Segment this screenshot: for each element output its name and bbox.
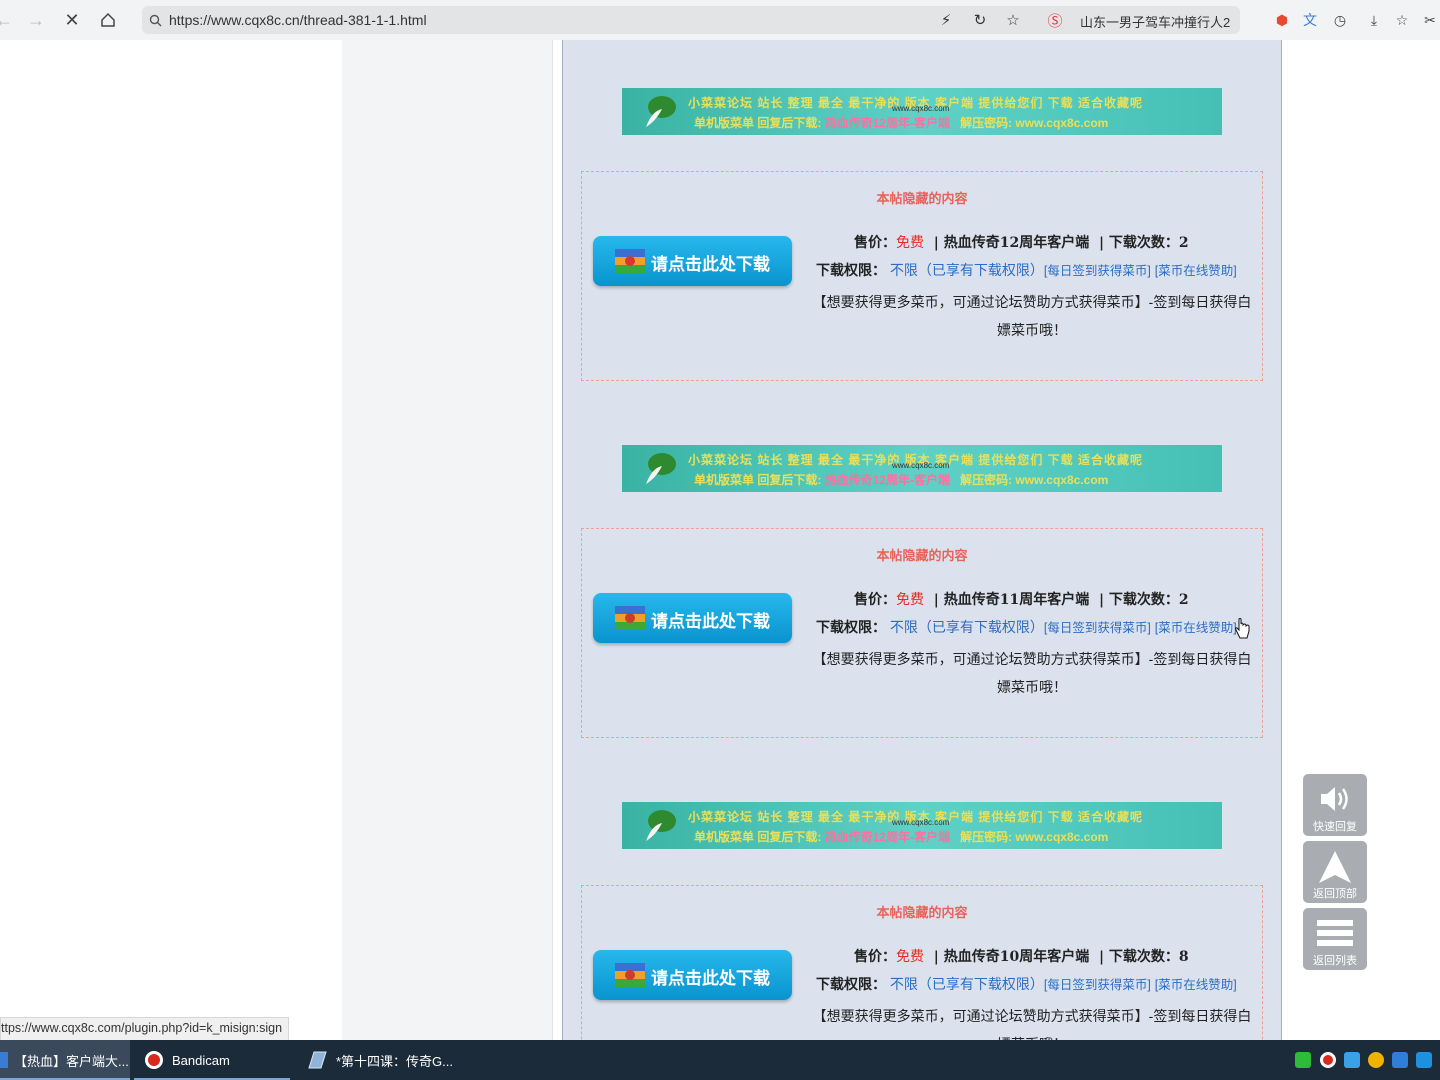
download-button[interactable]: 请点击此处下载: [593, 236, 792, 286]
taskbar: 【热血】客户端大... Bandicam *第十四课：传奇G...: [0, 1040, 1440, 1080]
forum-banner: 小菜菜论坛 站长 整理 最全 最干净的 版本 客户端 提供给您们 下载 适合收藏…: [622, 88, 1222, 135]
note-text: 【想要获得更多菜币，可通过论坛赞助方式获得菜币】-签到每日获得白嫖菜币哦！: [812, 1008, 1252, 1040]
permission-row: 下载权限： 不限（已享有下载权限）[每日签到获得菜币] [菜币在线赞助]: [816, 262, 1237, 279]
note-text: 【想要获得更多菜币，可通过论坛赞助方式获得菜币】-签到每日获得白嫖菜币哦！: [812, 294, 1252, 338]
forward-icon[interactable]: →: [24, 8, 48, 32]
sponsor-link[interactable]: [菜币在线赞助]: [1155, 264, 1237, 278]
sign-in-link[interactable]: [每日签到获得菜币]: [1044, 264, 1151, 278]
quick-reply-button[interactable]: 快速回复: [1303, 774, 1367, 836]
bandicam-tray-icon[interactable]: [1320, 1052, 1336, 1068]
notepad-icon: [308, 1051, 327, 1069]
cabbage-icon: [646, 810, 676, 841]
download-flag-icon: [615, 249, 645, 273]
input-method-icon[interactable]: [1392, 1052, 1408, 1068]
url-text[interactable]: https://www.cqx8c.cn/thread-381-1-1.html: [169, 12, 427, 28]
banner-line2: 单机版菜单 回复后下载: 热血传奇12周年-客户端 解压密码: www.cqx8…: [694, 116, 1109, 130]
taskbar-item-browser[interactable]: 【热血】客户端大...: [0, 1040, 130, 1080]
news-ticker[interactable]: 山东一男子驾车冲撞行人2: [1080, 12, 1230, 31]
hidden-content-box: 本帖隐藏的内容 请点击此处下载 售价：免费 | 热血传奇10周年客户端 | 下载…: [581, 885, 1263, 1040]
sign-in-link[interactable]: [每日签到获得菜币]: [1044, 978, 1151, 992]
left-sidebar: [342, 40, 553, 1040]
banner-line2: 单机版菜单 回复后下载: 热血传奇12周年-客户端 解压密码: www.cqx8…: [694, 830, 1109, 844]
share-icon[interactable]: ↻: [971, 11, 989, 29]
cloud-icon[interactable]: [1344, 1052, 1360, 1068]
list-icon: [1317, 920, 1353, 946]
hidden-content-title: 本帖隐藏的内容: [876, 906, 968, 921]
back-to-top-button[interactable]: 返回顶部: [1303, 841, 1367, 903]
star-icon[interactable]: ☆: [1004, 11, 1022, 29]
screenshot-icon[interactable]: ✂: [1420, 10, 1440, 30]
status-url: ttps://www.cqx8c.com/plugin.php?id=k_mis…: [0, 1017, 290, 1041]
quick-reply-label: 快速回复: [1313, 821, 1357, 833]
back-to-top-label: 返回顶部: [1313, 888, 1357, 900]
back-to-list-button[interactable]: 返回列表: [1303, 908, 1367, 970]
back-to-list-label: 返回列表: [1313, 955, 1357, 967]
taskbar-item-editor[interactable]: *第十四课：传奇G...: [298, 1040, 462, 1080]
hidden-content-title: 本帖隐藏的内容: [876, 549, 968, 564]
banner-line2: 单机版菜单 回复后下载: 热血传奇12周年-客户端 解压密码: www.cqx8…: [694, 473, 1109, 487]
download-button-label: 请点击此处下载: [651, 255, 770, 274]
sponsor-link[interactable]: [菜币在线赞助]: [1155, 621, 1237, 635]
price-row: 售价：免费 | 热血传奇11周年客户端 | 下载次数：2: [854, 592, 1189, 608]
hand-cursor-icon: [1235, 618, 1250, 639]
banner-watermark: www.cqx8c.com: [892, 818, 950, 827]
hidden-content-title: 本帖隐藏的内容: [876, 192, 968, 207]
download-flag-icon: [615, 606, 645, 630]
cabbage-icon: [646, 453, 676, 484]
search-engine-icon[interactable]: Ⓢ: [1046, 11, 1064, 30]
download-flag-icon: [615, 963, 645, 987]
translate-icon[interactable]: 文: [1300, 10, 1320, 30]
sign-in-link[interactable]: [每日签到获得菜币]: [1044, 621, 1151, 635]
banner-watermark: www.cqx8c.com: [892, 104, 950, 113]
forum-banner: 小菜菜论坛 站长 整理 最全 最干净的 版本 客户端 提供给您们 下载 适合收藏…: [622, 445, 1222, 492]
search-icon: [146, 11, 164, 29]
note-text: 【想要获得更多菜币，可通过论坛赞助方式获得菜币】-签到每日获得白嫖菜币哦！: [812, 651, 1252, 695]
home-icon[interactable]: [96, 8, 120, 32]
arrow-up-icon: [1319, 851, 1351, 883]
favorites-icon[interactable]: ☆: [1392, 10, 1412, 30]
stop-loading-icon[interactable]: ✕: [60, 8, 84, 32]
hidden-content-box: 本帖隐藏的内容 请点击此处下载 售价：免费 | 热血传奇12周年客户端 | 下载…: [581, 171, 1263, 381]
lightning-icon[interactable]: ⚡: [937, 11, 955, 29]
download-icon[interactable]: ⤓: [1364, 10, 1384, 30]
qq-icon[interactable]: [1368, 1052, 1384, 1068]
download-button[interactable]: 请点击此处下载: [593, 593, 792, 643]
banner-watermark: www.cqx8c.com: [892, 461, 950, 470]
hidden-content-box: 本帖隐藏的内容 请点击此处下载 售价：免费 | 热血传奇11周年客户端 | 下载…: [581, 528, 1263, 738]
price-row: 售价：免费 | 热血传奇12周年客户端 | 下载次数：2: [854, 235, 1189, 251]
app-tray-icon[interactable]: [1416, 1052, 1432, 1068]
taskbar-item-bandicam[interactable]: Bandicam: [134, 1040, 300, 1080]
download-button-label: 请点击此处下载: [651, 612, 770, 631]
address-bar[interactable]: https://www.cqx8c.cn/thread-381-1-1.html…: [142, 6, 1240, 34]
download-button[interactable]: 请点击此处下载: [593, 950, 792, 1000]
pdf-extension-icon[interactable]: ⬢: [1272, 10, 1292, 30]
history-icon[interactable]: ◷: [1330, 10, 1350, 30]
speaker-icon: [1321, 787, 1348, 811]
cabbage-icon: [646, 96, 676, 127]
permission-row: 下载权限： 不限（已享有下载权限）[每日签到获得菜币] [菜币在线赞助]: [816, 976, 1237, 993]
price-row: 售价：免费 | 热血传奇10周年客户端 | 下载次数：8: [854, 949, 1189, 965]
sponsor-link[interactable]: [菜币在线赞助]: [1155, 978, 1237, 992]
record-icon: [145, 1051, 163, 1069]
download-button-label: 请点击此处下载: [651, 969, 770, 988]
page-content: 小菜菜论坛 站长 整理 最全 最干净的 版本 客户端 提供给您们 下载 适合收藏…: [0, 40, 1440, 1040]
browser-icon: [0, 1052, 8, 1068]
post-body: 小菜菜论坛 站长 整理 最全 最干净的 版本 客户端 提供给您们 下载 适合收藏…: [562, 40, 1282, 1040]
forum-banner: 小菜菜论坛 站长 整理 最全 最干净的 版本 客户端 提供给您们 下载 适合收藏…: [622, 802, 1222, 849]
wechat-icon[interactable]: [1295, 1052, 1311, 1068]
back-icon[interactable]: ←: [0, 8, 16, 32]
browser-toolbar: ← → ✕ https://www.cqx8c.cn/thread-381-1-…: [0, 0, 1440, 41]
permission-row: 下载权限： 不限（已享有下载权限）[每日签到获得菜币] [菜币在线赞助]: [816, 619, 1237, 636]
